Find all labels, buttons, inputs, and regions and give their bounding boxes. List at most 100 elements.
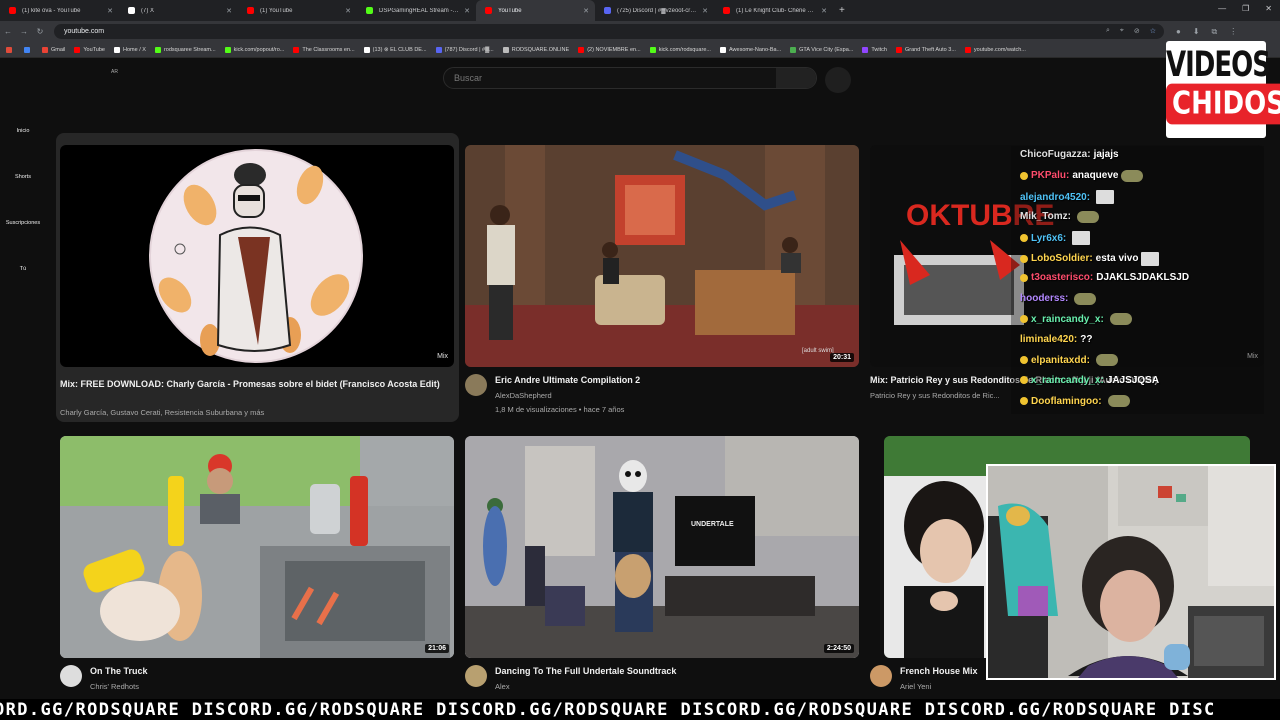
bookmark-item[interactable]: kick.com/popout/ro... [224,46,284,53]
tab-close-icon[interactable]: ✕ [464,7,470,15]
tab-close-icon[interactable]: ✕ [226,7,232,15]
new-tab-button[interactable]: + [839,5,845,16]
browser-tab[interactable]: DSPGamingREAL Stream - Watch ✕ [357,0,476,21]
bookmark-item[interactable]: kick.com/rodsquare... [649,46,711,53]
guide-item-you[interactable]: Tú [0,266,46,272]
menu-icon[interactable]: ⋮ [1229,27,1237,37]
video-thumbnail[interactable]: 21:06 [60,436,454,658]
video-title[interactable]: Mix: FREE DOWNLOAD: Charly García - Prom… [60,377,455,391]
video-channel[interactable]: Charly García, Gustavo Cerati, Resistenc… [60,407,264,419]
bookmark-label: youtube.com/watch... [973,46,1026,53]
video-channel[interactable]: AlexDaShepherd [495,390,552,402]
country-code: AR [111,69,118,75]
extension-icon[interactable]: ● [1176,27,1181,37]
logo-line-2: CHIDOS [1166,83,1280,125]
reload-icon[interactable]: ↻ [32,27,48,36]
chat-username: ChicoFugazza: [1020,149,1091,160]
guide-item-home[interactable]: Inicio [0,128,46,134]
tab-favicon-icon [366,7,373,14]
bookmark-label: Grand Theft Auto 3... [904,46,956,53]
chat-badge-icon [1020,315,1028,323]
cast-icon[interactable]: ⌖ [1120,27,1124,35]
chat-username: hooderss: [1020,293,1069,304]
chat-username: PKPalu: [1031,170,1070,181]
bookmark-item[interactable]: The Classrooms en... [293,46,355,53]
mix-badge: Mix [437,353,448,360]
chat-badge-icon [1020,234,1028,242]
video-thumbnail[interactable]: UNDERTALE 2:24:50 [465,436,859,658]
bookmark-item[interactable]: Home / X [114,46,146,53]
chat-message: Dooflamingoo: [1020,395,1130,407]
bookmark-item[interactable] [24,46,33,53]
bookmark-item[interactable]: rodsquaree Stream... [154,46,216,53]
chat-message: t3oasterisco: DJAKLSJDAKLSJD [1020,272,1189,283]
bookmark-star-icon[interactable]: ☆ [1150,27,1156,35]
channel-avatar[interactable] [465,374,487,396]
browser-tab[interactable]: (725) Discord | #▓vzeoot-crea... ✕ [595,0,714,21]
bookmark-item[interactable]: (13) ⊗ EL CLUB DE... [363,46,427,53]
tab-search-icon[interactable]: ⧉ [1212,27,1218,37]
channel-avatar[interactable] [465,665,487,687]
video-title[interactable]: On The Truck [90,664,450,678]
video-title[interactable]: Eric Andre Ultimate Compilation 2 [495,373,855,387]
chat-badge-icon [1020,171,1028,180]
browser-tab[interactable]: (1) kite ova - YouTube ✕ [0,0,119,21]
url-text[interactable]: youtube.com [64,28,104,35]
bookmark-item[interactable]: youtube.com/watch... [964,46,1026,53]
search-input[interactable]: Buscar [443,67,817,89]
video-card[interactable]: Mix Mix: FREE DOWNLOAD: Charly García - … [56,133,459,422]
toolbar-extensions: ● ⬇ ⧉ ⋮ [1176,27,1237,37]
download-icon[interactable]: ⬇ [1193,27,1200,37]
video-card[interactable]: UNDERTALE 2:24:50 Dancing To The Full Un… [465,436,859,696]
minimize-icon[interactable]: — [1218,4,1226,13]
tab-close-icon[interactable]: ✕ [345,7,351,15]
chat-text: DJAKLSJDAKLSJD [1096,272,1190,283]
tab-label: (1) kite ova - YouTube [22,7,81,14]
guide-item-shorts[interactable]: Shorts [0,174,46,180]
forward-icon[interactable]: → [16,27,32,36]
block-icon[interactable]: ⊘ [1134,27,1140,35]
bookmark-item[interactable]: GTA Vice City (Espa... [790,46,853,53]
maximize-icon[interactable]: ❐ [1242,4,1249,13]
bookmark-item[interactable]: Twitch [862,46,887,53]
bookmark-item[interactable]: (787) Discord | #▓... [435,46,494,53]
browser-tab[interactable]: (7) X ✕ [119,0,238,21]
browser-tab[interactable]: YouTube ✕ [476,0,595,21]
bookmark-item[interactable]: YouTube [74,46,105,53]
video-card[interactable]: 21:06 On The Truck Chris' Redhots [60,436,454,696]
bookmark-item[interactable]: Gmail [42,46,65,53]
tab-close-icon[interactable]: ✕ [821,7,827,15]
bookmark-item[interactable]: Grand Theft Auto 3... [895,46,956,53]
video-channel[interactable]: Patricio Rey y sus Redonditos de Ric... [870,390,1000,402]
address-bar[interactable]: youtube.com ⌕ ⌖ ⊘ ☆ [54,24,1164,39]
chat-emote-icon [1076,210,1099,223]
back-icon[interactable]: ← [0,27,16,36]
voice-search-button[interactable] [825,67,851,93]
video-thumbnail[interactable]: Mix [60,145,454,367]
video-channel[interactable]: Alex [495,681,510,693]
bookmark-item[interactable]: RODSQUARE.ONLINE [502,46,569,53]
bookmark-favicon-icon [895,46,902,53]
channel-avatar[interactable] [870,665,892,687]
bookmark-item[interactable] [6,46,15,53]
browser-tab[interactable]: (1) Le Knight Club- Chérie D'Am... ✕ [714,0,833,21]
video-thumbnail[interactable]: [adult swim] 20:31 [465,145,859,367]
browser-tab[interactable]: (1) YouTube ✕ [238,0,357,21]
tab-close-icon[interactable]: ✕ [107,7,113,15]
video-title[interactable]: Dancing To The Full Undertale Soundtrack [495,664,855,678]
bookmark-item[interactable]: Awesome-Nano-Ba... [719,46,781,53]
tab-close-icon[interactable]: ✕ [702,7,708,15]
video-card[interactable]: [adult swim] 20:31 Eric Andre Ultimate C… [465,145,859,425]
bookmark-favicon-icon [74,46,81,53]
zoom-icon[interactable]: ⌕ [1106,27,1110,35]
video-channel[interactable]: Ariel Yeni [900,681,931,693]
bookmark-favicon-icon [114,46,120,53]
undertale-thumbnail-art: UNDERTALE [465,436,859,658]
bookmark-item[interactable]: (2) NOVIEMBRE en... [578,46,641,53]
tab-close-icon[interactable]: ✕ [583,7,589,15]
search-button[interactable] [776,68,816,88]
guide-item-subscriptions[interactable]: Suscripciones [0,220,46,226]
close-window-icon[interactable]: ✕ [1265,4,1272,13]
video-channel[interactable]: Chris' Redhots [90,681,139,693]
channel-avatar[interactable] [60,665,82,687]
